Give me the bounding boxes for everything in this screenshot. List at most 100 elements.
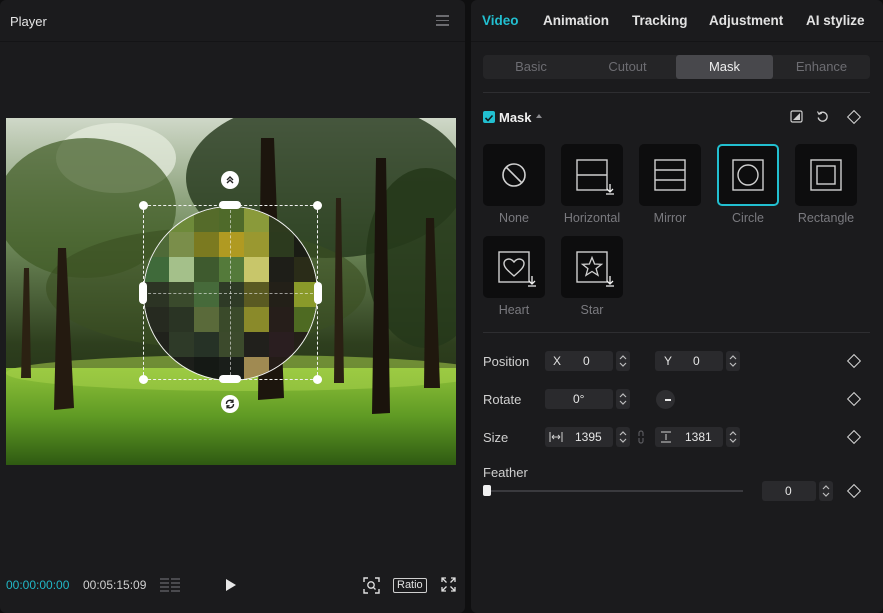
- feather-keyframe-icon[interactable]: [846, 483, 862, 499]
- subtab-mask[interactable]: Mask: [676, 55, 773, 79]
- mask-shape-circle[interactable]: [717, 144, 779, 206]
- hamburger-menu-icon[interactable]: [436, 15, 449, 26]
- subtab-enhance[interactable]: Enhance: [773, 55, 870, 79]
- rotate-field[interactable]: 0°: [545, 389, 613, 409]
- keyframe-diamond-icon[interactable]: [846, 109, 862, 125]
- feather-slider-thumb[interactable]: [483, 485, 491, 496]
- stepper-arrows-icon: [729, 355, 737, 367]
- fullscreen-icon[interactable]: [441, 577, 456, 592]
- current-timecode: 00:00:00:00: [6, 578, 70, 592]
- size-height-value: 1381: [685, 430, 712, 444]
- position-y-label: Y: [664, 354, 673, 368]
- play-icon[interactable]: [225, 578, 237, 592]
- stepper-arrows-icon: [822, 485, 830, 497]
- none-icon: [502, 163, 526, 187]
- mask-label-mirror: Mirror: [653, 211, 687, 225]
- rotate-value: 0°: [573, 392, 585, 406]
- player-title: Player: [10, 14, 47, 29]
- mask-label-horizontal: Horizontal: [563, 211, 621, 225]
- size-width-field[interactable]: 1395: [545, 427, 613, 447]
- position-keyframe-icon[interactable]: [846, 353, 862, 369]
- mask-shape-mirror[interactable]: [639, 144, 701, 206]
- tab-video[interactable]: Video: [482, 13, 519, 28]
- inspector-tabs: Video Animation Tracking Adjustment AI s…: [471, 0, 883, 42]
- position-x-value: 0: [583, 354, 590, 368]
- mask-section-title: Mask: [499, 110, 532, 125]
- position-y-field[interactable]: Y 0: [655, 351, 723, 371]
- reset-icon[interactable]: [816, 110, 829, 123]
- player-header: Player: [0, 0, 465, 42]
- size-height-field[interactable]: 1381: [655, 427, 723, 447]
- mask-label-circle: Circle: [732, 211, 764, 225]
- mask-label-star: Star: [580, 303, 604, 317]
- resize-handle-top-left[interactable]: [139, 201, 148, 210]
- resize-handle-top-right[interactable]: [313, 201, 322, 210]
- invert-mask-icon[interactable]: [790, 110, 803, 123]
- size-keyframe-icon[interactable]: [846, 429, 862, 445]
- fit-screen-icon[interactable]: [363, 577, 380, 594]
- tab-ai-stylize[interactable]: AI stylize: [806, 13, 865, 28]
- star-mask-icon: [576, 251, 614, 287]
- rotate-label: Rotate: [483, 392, 522, 407]
- resize-handle-bottom[interactable]: [219, 375, 241, 383]
- height-icon: [661, 431, 671, 443]
- mask-shape-heart[interactable]: [483, 236, 545, 298]
- rotate-keyframe-icon[interactable]: [846, 391, 862, 407]
- feather-stepper[interactable]: [819, 481, 833, 501]
- mask-shape-none[interactable]: [483, 144, 545, 206]
- mask-shape-rectangle[interactable]: [795, 144, 857, 206]
- resize-handle-left[interactable]: [139, 282, 147, 304]
- tab-adjustment[interactable]: Adjustment: [709, 13, 783, 28]
- video-preview[interactable]: [6, 118, 456, 465]
- ratio-button[interactable]: Ratio: [393, 578, 427, 593]
- subtab-cutout[interactable]: Cutout: [579, 55, 676, 79]
- mask-enable-checkbox[interactable]: [483, 111, 495, 123]
- resize-handle-right[interactable]: [314, 282, 322, 304]
- size-width-stepper[interactable]: [616, 427, 630, 447]
- collapse-caret-icon[interactable]: [536, 114, 542, 118]
- divider: [483, 92, 870, 93]
- checkmark-icon: [484, 114, 494, 122]
- size-height-stepper[interactable]: [726, 427, 740, 447]
- circle-mask-icon: [732, 159, 764, 191]
- resize-handle-top[interactable]: [219, 201, 241, 209]
- link-aspect-icon[interactable]: [637, 430, 645, 444]
- position-y-value: 0: [693, 354, 700, 368]
- subtab-basic[interactable]: Basic: [483, 55, 579, 79]
- tab-tracking[interactable]: Tracking: [632, 13, 688, 28]
- position-x-label: X: [553, 354, 562, 368]
- mask-shape-star[interactable]: [561, 236, 623, 298]
- mask-center-guide-horizontal: [143, 293, 318, 294]
- rotate-stepper[interactable]: [616, 389, 630, 409]
- stepper-arrows-icon: [619, 355, 627, 367]
- feather-slider[interactable]: [487, 490, 743, 492]
- heart-mask-icon: [498, 251, 536, 287]
- tab-animation[interactable]: Animation: [543, 13, 609, 28]
- divider: [483, 332, 870, 333]
- rotation-dial[interactable]: [656, 390, 675, 409]
- feather-field[interactable]: 0: [762, 481, 816, 501]
- subtab-bar: Basic Cutout Mask Enhance: [483, 55, 870, 79]
- resize-handle-bottom-left[interactable]: [139, 375, 148, 384]
- mirror-mask-icon: [654, 159, 686, 191]
- stepper-arrows-icon: [619, 431, 627, 443]
- resize-handle-bottom-right[interactable]: [313, 375, 322, 384]
- mask-label-heart: Heart: [498, 303, 530, 317]
- position-x-stepper[interactable]: [616, 351, 630, 371]
- mask-label-rectangle: Rectangle: [797, 211, 855, 225]
- feather-value: 0: [785, 484, 792, 498]
- mask-shape-horizontal[interactable]: [561, 144, 623, 206]
- position-label: Position: [483, 354, 530, 369]
- rotate-handle-icon[interactable]: [221, 395, 239, 413]
- stepper-arrows-icon: [729, 431, 737, 443]
- mask-label-none: None: [499, 211, 529, 225]
- feather-handle-icon[interactable]: [221, 171, 239, 189]
- position-x-field[interactable]: X 0: [545, 351, 613, 371]
- feather-label: Feather: [483, 465, 528, 480]
- inspector-panel: Video Animation Tracking Adjustment AI s…: [471, 0, 883, 613]
- position-y-stepper[interactable]: [726, 351, 740, 371]
- timeline-bars-icon[interactable]: [160, 578, 182, 592]
- player-panel: Player 00:00:00:00 00:05:15:09 Ratio: [0, 0, 465, 613]
- stepper-arrows-icon: [619, 393, 627, 405]
- horizontal-mask-icon: [576, 159, 614, 195]
